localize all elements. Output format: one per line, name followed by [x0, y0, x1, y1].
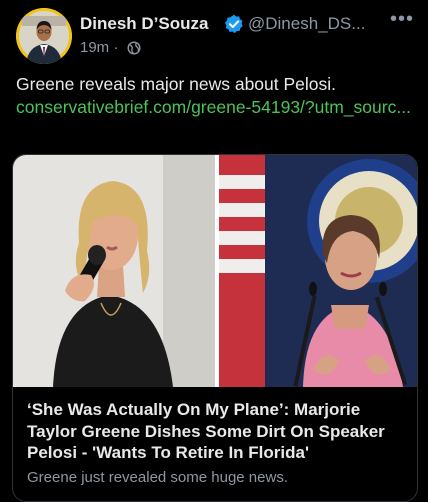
author-avatar[interactable]	[16, 8, 72, 64]
card-description: Greene just revealed some huge news.	[27, 469, 288, 486]
avatar-portrait	[16, 8, 72, 64]
globe-icon	[127, 41, 141, 55]
card-image	[13, 155, 417, 387]
post-body: Greene reveals major news about Pelosi.	[16, 74, 337, 94]
meta-separator: ·	[113, 39, 119, 56]
author-name[interactable]: Dinesh D’Souza	[80, 14, 208, 34]
link-preview-card[interactable]: ‘She Was Actually On My Plane’: Marjorie…	[12, 154, 418, 502]
post-time[interactable]: 19m	[80, 39, 109, 56]
card-title: ‘She Was Actually On My Plane’: Marjorie…	[27, 400, 385, 462]
verified-badge-icon	[224, 14, 243, 34]
post-link[interactable]: conservativebrief.com/greene-54193/?utm_…	[16, 96, 416, 119]
post-text: Greene reveals major news about Pelosi. …	[16, 73, 416, 119]
post-meta: 19m ·	[80, 39, 141, 56]
author-handle[interactable]: @Dinesh_DS...	[248, 14, 365, 34]
more-options-icon[interactable]: •••	[388, 8, 416, 32]
